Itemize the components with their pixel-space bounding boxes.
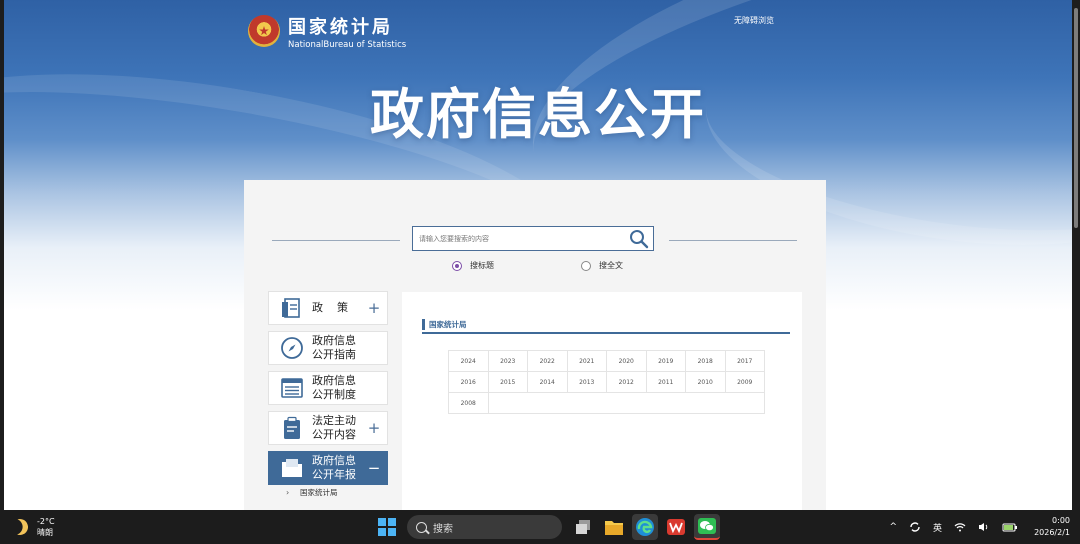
year-link[interactable]: 2010 xyxy=(685,371,726,393)
radio-selected-indicator[interactable] xyxy=(452,260,462,271)
year-link[interactable]: 2012 xyxy=(606,371,647,393)
year-link[interactable]: 2019 xyxy=(645,350,686,372)
site-name[interactable]: 国家统计局 xyxy=(288,13,393,39)
sidebar-item-label: 法定主动 公开内容 xyxy=(312,414,356,441)
empty-cell xyxy=(487,392,765,414)
divider-right xyxy=(669,240,797,241)
sidebar-subitem[interactable]: › 国家统计局 xyxy=(268,485,388,499)
windows-icon xyxy=(378,518,396,536)
year-link[interactable]: 2009 xyxy=(724,371,765,393)
sidebar-item-label: 政府信息 公开年报 xyxy=(312,454,356,481)
year-link[interactable]: 2022 xyxy=(527,350,568,372)
national-emblem-icon xyxy=(248,15,280,47)
clock-time: 0:00 xyxy=(1052,516,1070,525)
screen: 国家统计局 NationalBureau of Statistics 无障碍浏览… xyxy=(0,0,1080,544)
browser-viewport: 国家统计局 NationalBureau of Statistics 无障碍浏览… xyxy=(0,0,1080,510)
wps-button[interactable] xyxy=(663,514,689,540)
main-panel: 搜标题 搜全文 政策 + xyxy=(244,180,826,510)
moon-icon xyxy=(10,517,31,538)
section-title: 国家统计局 xyxy=(429,320,467,329)
system-tray: ^ 英 0:00 2026/2/1 xyxy=(878,515,1071,539)
scrollbar[interactable] xyxy=(1072,0,1080,510)
folder-icon xyxy=(605,521,623,535)
folder-icon xyxy=(282,459,302,477)
search-icon xyxy=(416,521,427,533)
sidebar-subitem-label: 国家统计局 xyxy=(300,487,338,497)
sidebar-item-annual-report[interactable]: 政府信息 公开年报 − xyxy=(268,451,388,485)
year-link[interactable]: 2023 xyxy=(487,350,528,372)
search-fulltext-label: 搜全文 xyxy=(599,261,623,270)
sidebar-menu: 政策 + 政府信息 公开指南 政府信息 公开制度 法定主动 公开内容 + 政府信… xyxy=(268,291,388,499)
year-link[interactable]: 2014 xyxy=(527,371,568,393)
weather-desc: 晴朗 xyxy=(37,528,53,537)
wifi-icon[interactable] xyxy=(954,522,966,532)
chevron-right-icon: › xyxy=(286,487,290,497)
taskbar-apps: 搜索 xyxy=(374,514,725,540)
sidebar-item-system[interactable]: 政府信息 公开制度 xyxy=(268,371,388,405)
year-link[interactable]: 2008 xyxy=(448,392,489,414)
clock-date: 2026/2/1 xyxy=(1034,528,1070,537)
taskbar: -2°C 晴朗 搜索 ^ 英 0:00 2026/2/1 xyxy=(0,510,1080,544)
compass-icon xyxy=(281,337,303,359)
clipboard-icon xyxy=(284,416,300,439)
edge-browser-button[interactable] xyxy=(632,514,658,540)
chevron-up-icon[interactable]: ^ xyxy=(890,522,898,532)
sidebar-item-statutory[interactable]: 法定主动 公开内容 + xyxy=(268,411,388,445)
sidebar-item-guide[interactable]: 政府信息 公开指南 xyxy=(268,331,388,365)
search-box xyxy=(412,226,654,251)
sidebar-item-label: 政府信息 公开指南 xyxy=(312,334,356,361)
wps-icon xyxy=(667,519,685,535)
search-title-radio[interactable]: 搜标题 xyxy=(452,260,494,271)
sidebar-item-label: 政府信息 公开制度 xyxy=(312,374,356,401)
accessibility-link[interactable]: 无障碍浏览 xyxy=(734,15,774,26)
year-table: 2024 2023 2022 2021 2020 2019 2018 2017 … xyxy=(448,350,765,414)
edge-icon xyxy=(636,518,654,536)
list-icon xyxy=(281,378,303,398)
content-area: 国家统计局 2024 2023 2022 2021 2020 2019 2018… xyxy=(402,292,802,510)
search-title-label: 搜标题 xyxy=(470,261,494,270)
year-link[interactable]: 2024 xyxy=(448,350,489,372)
scrollbar-thumb[interactable] xyxy=(1074,8,1078,228)
expand-icon[interactable]: + xyxy=(367,299,381,317)
window-border xyxy=(0,0,4,510)
year-link[interactable]: 2018 xyxy=(685,350,726,372)
weather-temp: -2°C xyxy=(37,517,55,526)
year-link[interactable]: 2013 xyxy=(566,371,607,393)
task-view-button[interactable] xyxy=(570,514,596,540)
document-icon xyxy=(282,298,300,318)
clock[interactable]: 0:00 2026/2/1 xyxy=(1034,515,1070,539)
battery-icon[interactable] xyxy=(1002,522,1018,532)
year-link[interactable]: 2015 xyxy=(487,371,528,393)
expand-icon[interactable]: + xyxy=(367,419,381,437)
task-view-icon xyxy=(576,520,590,534)
sidebar-item-policy[interactable]: 政策 + xyxy=(268,291,388,325)
search-input[interactable] xyxy=(419,231,619,247)
ime-indicator[interactable]: 英 xyxy=(933,521,942,534)
start-button[interactable] xyxy=(374,514,400,540)
taskbar-search[interactable]: 搜索 xyxy=(407,515,562,539)
site-name-en: NationalBureau of Statistics xyxy=(288,40,407,50)
taskbar-search-label: 搜索 xyxy=(433,523,453,535)
sync-icon[interactable] xyxy=(909,521,921,533)
year-link[interactable]: 2016 xyxy=(448,371,489,393)
section-header: 国家统计局 xyxy=(422,319,790,334)
divider-left xyxy=(272,240,400,241)
search-icon[interactable] xyxy=(629,229,649,249)
year-link[interactable]: 2021 xyxy=(566,350,607,372)
search-fulltext-radio[interactable]: 搜全文 xyxy=(581,260,623,271)
radio-unselected-indicator[interactable] xyxy=(581,260,591,271)
wechat-button[interactable] xyxy=(694,514,720,540)
year-link[interactable]: 2011 xyxy=(645,371,686,393)
collapse-icon[interactable]: − xyxy=(367,459,381,477)
wechat-icon xyxy=(698,518,716,534)
year-link[interactable]: 2017 xyxy=(724,350,765,372)
volume-icon[interactable] xyxy=(978,522,990,532)
year-link[interactable]: 2020 xyxy=(606,350,647,372)
banner-title: 政府信息公开 xyxy=(370,83,706,146)
sidebar-item-label: 政策 xyxy=(312,301,362,314)
weather-widget[interactable]: -2°C 晴朗 xyxy=(12,516,55,538)
file-explorer-button[interactable] xyxy=(601,514,627,540)
